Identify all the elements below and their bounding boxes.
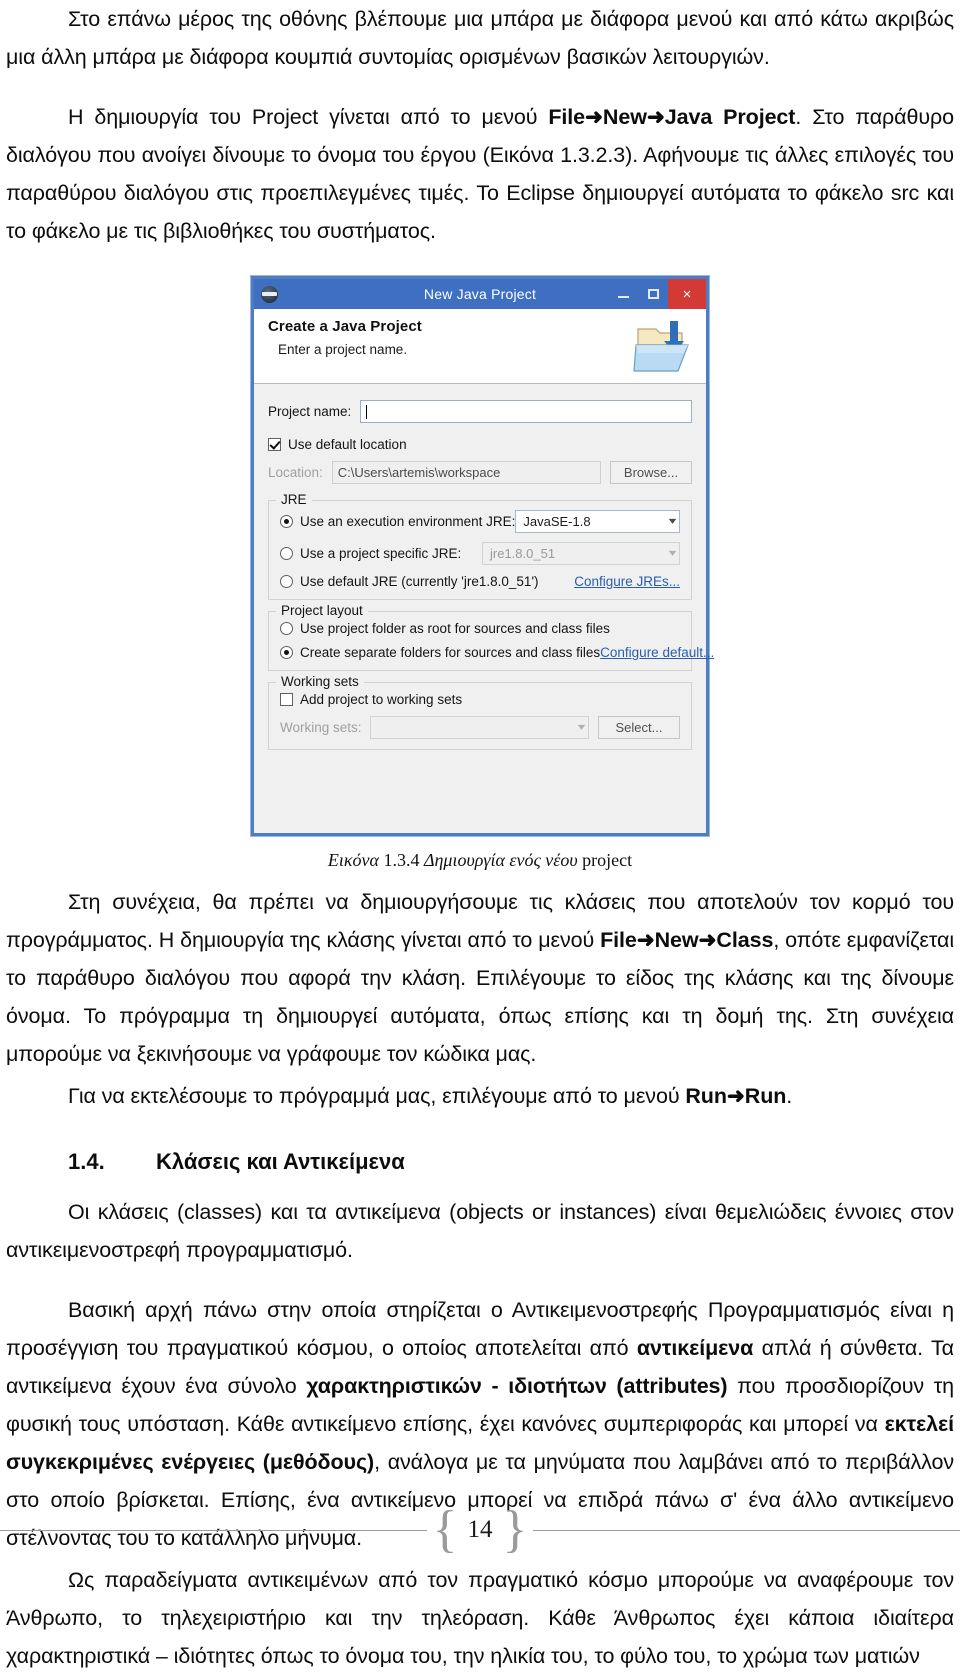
project-layout-separate-label: Create separate folders for sources and … xyxy=(300,645,601,660)
use-default-location-checkbox[interactable] xyxy=(268,438,281,451)
use-default-location-row[interactable]: Use default location xyxy=(268,437,692,452)
jre-execution-environment-combo[interactable]: JavaSE-1.8 ▾ xyxy=(515,510,680,533)
chevron-down-icon: ▾ xyxy=(577,722,586,733)
configure-default-link[interactable]: Configure default... xyxy=(600,645,714,660)
emphasis-run: File➜New➜Java Project xyxy=(548,105,796,129)
figure-new-java-project: New Java Project × Create a Java Project… xyxy=(6,276,954,871)
dialog-body: Project name: Use default location Locat… xyxy=(254,384,714,833)
working-sets-label: Working sets: xyxy=(280,720,362,735)
paragraph-3: Στη συνέχεια, θα πρέπει να δημιουργήσουμ… xyxy=(6,883,954,1073)
footer-rule-left xyxy=(0,1529,427,1531)
emphasis-run: χαρακτηριστικών - ιδιοτήτων (attributes) xyxy=(306,1374,728,1398)
configure-jres-link[interactable]: Configure JREs... xyxy=(574,574,680,589)
window-buttons: × xyxy=(608,279,706,309)
paragraph-4: Για να εκτελέσουμε το πρόγραμμά μας, επι… xyxy=(6,1077,954,1115)
project-layout-option-root[interactable]: Use project folder as root for sources a… xyxy=(280,621,680,636)
select-working-sets-button[interactable]: Select... xyxy=(598,716,680,739)
project-layout-root-radio[interactable] xyxy=(280,622,293,635)
jre-option-execution-environment[interactable]: Use an execution environment JRE: JavaSE… xyxy=(280,510,680,533)
close-button[interactable]: × xyxy=(668,279,706,309)
add-project-to-working-sets-label: Add project to working sets xyxy=(300,692,463,707)
jre-group: JRE Use an execution environment JRE: Ja… xyxy=(268,492,692,600)
text-run: Η δημιουργία του Project γίνεται από το … xyxy=(68,105,549,129)
project-name-label: Project name: xyxy=(268,404,352,419)
figure-caption-label: Εικόνα xyxy=(327,850,379,870)
jre-group-title: JRE xyxy=(276,492,312,507)
emphasis-run: Run➜Run xyxy=(685,1084,787,1108)
chevron-down-icon: ▾ xyxy=(668,548,677,559)
maximize-button[interactable] xyxy=(638,279,668,309)
right-brace-icon: } xyxy=(502,1501,528,1559)
paragraph-1: Στο επάνω μέρος της οθόνης βλέπουμε μια … xyxy=(6,0,954,76)
project-layout-option-separate[interactable]: Create separate folders for sources and … xyxy=(280,645,714,660)
location-row: Location: C:\Users\artemis\workspace Bro… xyxy=(268,461,692,484)
working-sets-group-title: Working sets xyxy=(276,674,364,689)
jre-execution-environment-radio[interactable] xyxy=(280,515,293,528)
footer-rule-right xyxy=(533,1529,960,1531)
page-footer: { 14 } xyxy=(0,1502,960,1558)
section-heading-text: Κλάσεις και Αντικείμενα xyxy=(156,1149,405,1174)
chevron-down-icon: ▾ xyxy=(668,516,677,527)
document-page: Στο επάνω μέρος της οθόνης βλέπουμε μια … xyxy=(0,0,960,1668)
working-sets-row: Working sets: ▾ Select... xyxy=(280,716,680,739)
project-name-row: Project name: xyxy=(268,400,692,423)
text-run: Οι κλάσεις (classes) και τα αντικείμενα … xyxy=(6,1200,954,1262)
jre-option-default[interactable]: Use default JRE (currently 'jre1.8.0_51'… xyxy=(280,574,680,589)
jre-project-specific-label: Use a project specific JRE: xyxy=(300,546,462,561)
project-name-input[interactable] xyxy=(360,400,692,423)
eclipse-icon xyxy=(261,285,278,303)
location-label: Location: xyxy=(268,465,323,480)
paragraph-2: Η δημιουργία του Project γίνεται από το … xyxy=(6,98,954,250)
jre-default-label: Use default JRE (currently 'jre1.8.0_51'… xyxy=(300,574,539,589)
text-caret xyxy=(366,404,368,419)
emphasis-run: File➜New➜Class xyxy=(600,928,774,952)
minimize-button[interactable] xyxy=(608,279,638,309)
figure-caption-number: 1.3.4 xyxy=(383,850,420,870)
figure-caption-italic: Δημιουργία ενός νέου xyxy=(423,850,578,870)
jre-option-project-specific[interactable]: Use a project specific JRE: jre1.8.0_51 … xyxy=(280,542,680,565)
working-sets-combo[interactable]: ▾ xyxy=(369,716,589,739)
project-layout-root-label: Use project folder as root for sources a… xyxy=(300,621,610,636)
jre-execution-environment-combo-value: JavaSE-1.8 xyxy=(523,514,591,529)
dialog-titlebar: New Java Project × xyxy=(254,279,706,309)
figure-caption-trailing: project xyxy=(582,850,633,870)
dialog-header-title: Create a Java Project xyxy=(268,318,422,335)
project-layout-group-title: Project layout xyxy=(276,603,368,618)
text-run: Για να εκτελέσουμε το πρόγραμμά μας, επι… xyxy=(68,1084,686,1108)
working-sets-group: Working sets Add project to working sets… xyxy=(268,674,692,750)
browse-button[interactable]: Browse... xyxy=(610,461,692,484)
project-layout-separate-radio[interactable] xyxy=(280,646,293,659)
text-run: Ως παραδείγματα αντικειμένων από τον πρα… xyxy=(6,1568,954,1668)
section-heading: 1.4. Κλάσεις και Αντικείμενα xyxy=(6,1149,954,1175)
figure-caption: Εικόνα 1.3.4 Δημιουργία ενός νέου projec… xyxy=(328,850,632,871)
add-project-to-working-sets-row[interactable]: Add project to working sets xyxy=(280,692,680,707)
jre-execution-environment-label: Use an execution environment JRE: xyxy=(300,514,516,529)
emphasis-run: αντικείμενα xyxy=(636,1336,754,1360)
page-number-box: { 14 } xyxy=(427,1501,534,1559)
add-project-to-working-sets-checkbox[interactable] xyxy=(280,693,293,706)
project-layout-group: Project layout Use project folder as roo… xyxy=(268,603,714,671)
text-run: Στο επάνω μέρος της οθόνης βλέπουμε μια … xyxy=(6,7,954,69)
location-value: C:\Users\artemis\workspace xyxy=(337,465,501,480)
paragraph-5: Οι κλάσεις (classes) και τα αντικείμενα … xyxy=(6,1193,954,1269)
jre-project-specific-combo-value: jre1.8.0_51 xyxy=(490,546,556,561)
left-brace-icon: { xyxy=(432,1501,458,1559)
jre-project-specific-radio[interactable] xyxy=(280,547,293,560)
text-run: . xyxy=(786,1084,793,1108)
paragraph-7: Ως παραδείγματα αντικειμένων από τον πρα… xyxy=(6,1561,954,1675)
location-input[interactable]: C:\Users\artemis\workspace xyxy=(331,461,601,484)
jre-default-radio[interactable] xyxy=(280,575,293,588)
new-java-project-folder-icon xyxy=(633,321,689,372)
jre-project-specific-combo[interactable]: jre1.8.0_51 ▾ xyxy=(482,542,680,565)
new-java-project-dialog: New Java Project × Create a Java Project… xyxy=(251,276,714,836)
page-number: 14 xyxy=(467,1516,493,1543)
section-heading-number: 1.4. xyxy=(68,1149,105,1174)
use-default-location-label: Use default location xyxy=(288,437,407,452)
dialog-header: Create a Java Project Enter a project na… xyxy=(254,309,706,384)
